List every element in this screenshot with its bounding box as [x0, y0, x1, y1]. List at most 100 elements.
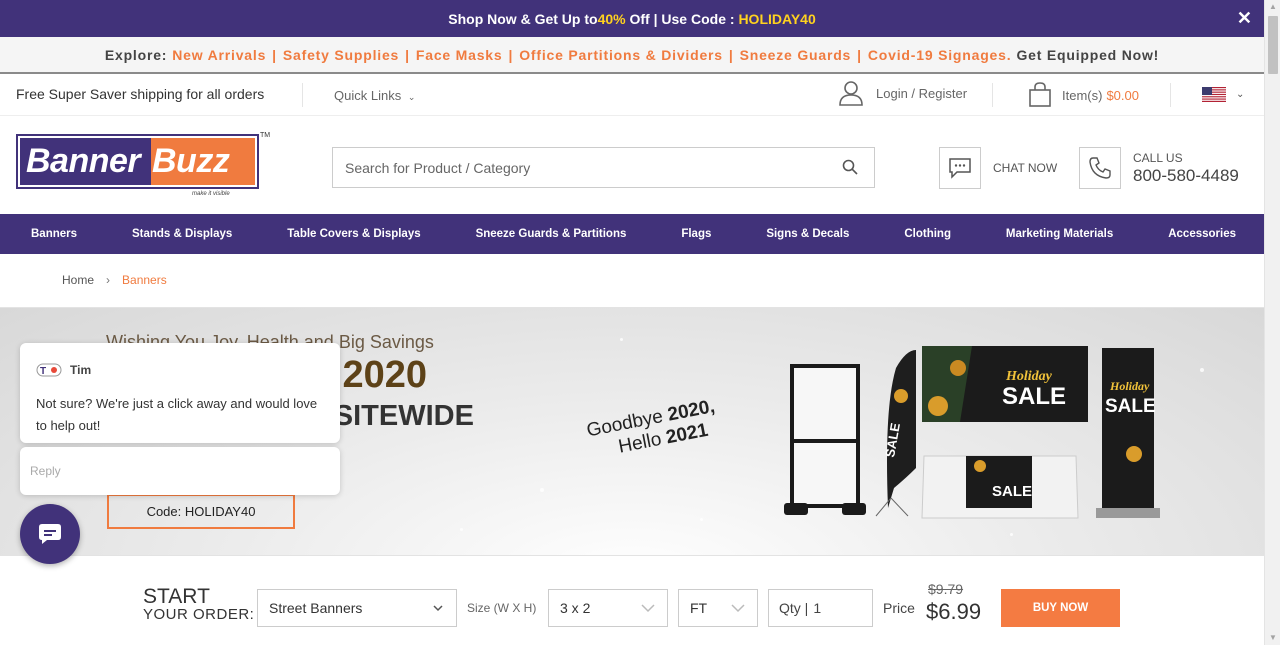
promo-prefix: Shop Now & Get Up to [448, 10, 598, 27]
separator: | [728, 46, 734, 63]
promo-code: HOLIDAY40 [738, 10, 816, 27]
logo-tagline: make it visible [192, 191, 230, 197]
chevron-down-icon: ⌄ [1236, 89, 1245, 100]
logo-tm: TM [260, 132, 271, 139]
sparkle [620, 338, 623, 341]
search-input[interactable]: Search for Product / Category [332, 147, 875, 188]
chevron-down-icon: ⌄ [407, 92, 416, 102]
holiday-sale-banner-image: Holiday SALE [922, 346, 1088, 422]
call-us[interactable]: CALL US 800-580-4489 [1079, 147, 1239, 189]
breadcrumb-home[interactable]: Home [62, 273, 94, 287]
sparkle [1200, 368, 1204, 372]
quantity-input[interactable]: Qty | 1 [768, 589, 873, 627]
promo-percent: 40% [597, 10, 626, 27]
shipping-note: Free Super Saver shipping for all orders [16, 86, 265, 102]
scroll-up-icon[interactable]: ▲ [1268, 2, 1278, 12]
nav-item-table-covers[interactable]: Table Covers & Displays [287, 228, 420, 240]
separator: | [405, 46, 410, 63]
country-selector[interactable]: ⌄ [1202, 87, 1244, 102]
logo-text-banner: Banner [26, 142, 141, 180]
main-nav: Banners Stands & Displays Table Covers &… [0, 214, 1264, 254]
separator: | [508, 46, 514, 63]
size-value: 3 x 2 [560, 600, 591, 616]
start-order-label: START YOUR ORDER: [143, 585, 254, 624]
cart-link[interactable]: Item(s) $0.00 [1028, 82, 1139, 108]
chat-agent: T Tim [36, 363, 91, 377]
nav-item-signs-decals[interactable]: Signs & Decals [766, 228, 849, 240]
logo-text-buzz: Buzz [152, 142, 230, 180]
chevron-down-icon [433, 605, 443, 612]
phone-number[interactable]: 800-580-4489 [1133, 166, 1239, 186]
sparkle [460, 528, 463, 531]
chat-reply-input[interactable]: Reply [20, 447, 340, 495]
product-select[interactable]: Street Banners [257, 589, 457, 627]
quick-links-label: Quick Links [334, 88, 402, 103]
phone-icon-box [1079, 147, 1121, 189]
chat-icon [949, 158, 971, 179]
nav-item-clothing[interactable]: Clothing [904, 228, 951, 240]
nav-item-flags[interactable]: Flags [681, 228, 711, 240]
current-price: $6.99 [926, 599, 982, 624]
rollup-banner-image: Holiday SALE [1096, 348, 1160, 518]
bannerbuzz-logo[interactable]: Banner Buzz TM make it visible [16, 132, 270, 206]
nav-item-sneeze-guards[interactable]: Sneeze Guards & Partitions [476, 228, 627, 240]
nav-item-stands-displays[interactable]: Stands & Displays [132, 228, 232, 240]
login-register-link[interactable]: Login / Register [838, 80, 967, 106]
sparkle [540, 488, 544, 492]
chat-now-button[interactable]: CHAT NOW [939, 147, 1057, 189]
main-header: Banner Buzz TM make it visible Search fo… [0, 116, 1264, 214]
explore-link-sneeze-guards[interactable]: Sneeze Guards [740, 47, 852, 63]
call-us-text: CALL US 800-580-4489 [1133, 151, 1239, 186]
user-icon [839, 81, 863, 106]
promo-bar: Shop Now & Get Up to 40% Off | Use Code … [0, 0, 1264, 37]
hero-code-box: Code: HOLIDAY40 [107, 494, 295, 529]
agent-avatar-icon: T [36, 363, 62, 377]
table-sale-text: SALE [992, 483, 1032, 500]
feather-flag-image: SALE [875, 350, 916, 517]
breadcrumb-current: Banners [122, 273, 167, 287]
nav-item-marketing-materials[interactable]: Marketing Materials [1006, 228, 1113, 240]
separator: | [857, 46, 862, 63]
size-select[interactable]: 3 x 2 [548, 589, 668, 627]
scroll-down-icon[interactable]: ▼ [1268, 633, 1278, 643]
banner-holiday-text: Holiday [1005, 369, 1053, 384]
stand-display-image [784, 364, 866, 515]
chat-message: Not sure? We're just a click away and wo… [36, 396, 318, 433]
promo-middle: Off | Use Code : [625, 10, 739, 27]
scrollbar[interactable]: ▲ ▼ [1264, 0, 1280, 645]
search-placeholder: Search for Product / Category [345, 159, 531, 176]
explore-link-safety-supplies[interactable]: Safety Supplies [283, 47, 399, 63]
shopping-bag-icon [1029, 82, 1051, 107]
buy-now-button[interactable]: BUY NOW [1001, 589, 1120, 627]
sparkle [1010, 533, 1013, 536]
explore-link-office-partitions[interactable]: Office Partitions & Dividers [519, 47, 723, 63]
banner-sale-text: SALE [1002, 383, 1066, 410]
phone-icon [1089, 157, 1111, 179]
chat-bubble-icon [39, 524, 61, 544]
scrollbar-thumb[interactable] [1268, 16, 1278, 74]
page: Shop Now & Get Up to 40% Off | Use Code … [0, 0, 1264, 645]
nav-item-accessories[interactable]: Accessories [1168, 228, 1236, 240]
sparkle [700, 518, 703, 521]
quick-links-dropdown[interactable]: Quick Links ⌄ [334, 88, 415, 103]
order-bar: START YOUR ORDER: Street Banners Size (W… [0, 578, 1264, 645]
breadcrumb: Home › Banners [0, 254, 1264, 306]
explore-label: Explore: [104, 46, 168, 63]
start-text: START [143, 585, 210, 608]
explore-link-covid-signages[interactable]: Covid-19 Signages [868, 47, 1007, 63]
chat-now-label: CHAT NOW [993, 161, 1058, 175]
utility-bar: Free Super Saver shipping for all orders… [0, 74, 1264, 116]
login-label: Login / Register [876, 85, 968, 101]
nav-item-banners[interactable]: Banners [31, 228, 77, 240]
divider [1170, 83, 1171, 107]
table-cover-image: SALE [921, 455, 1079, 519]
search-icon[interactable] [842, 159, 858, 175]
chat-launcher-button[interactable] [20, 504, 80, 564]
cart-amount: $0.00 [1106, 87, 1139, 103]
unit-select[interactable]: FT [678, 589, 758, 627]
close-icon[interactable]: ✕ [1237, 9, 1252, 27]
explore-link-new-arrivals[interactable]: New Arrivals [172, 47, 266, 63]
explore-link-face-masks[interactable]: Face Masks [416, 47, 503, 63]
price-label: Price [883, 600, 915, 616]
chat-widget-message[interactable]: T Tim Not sure? We're just a click away … [20, 343, 340, 443]
